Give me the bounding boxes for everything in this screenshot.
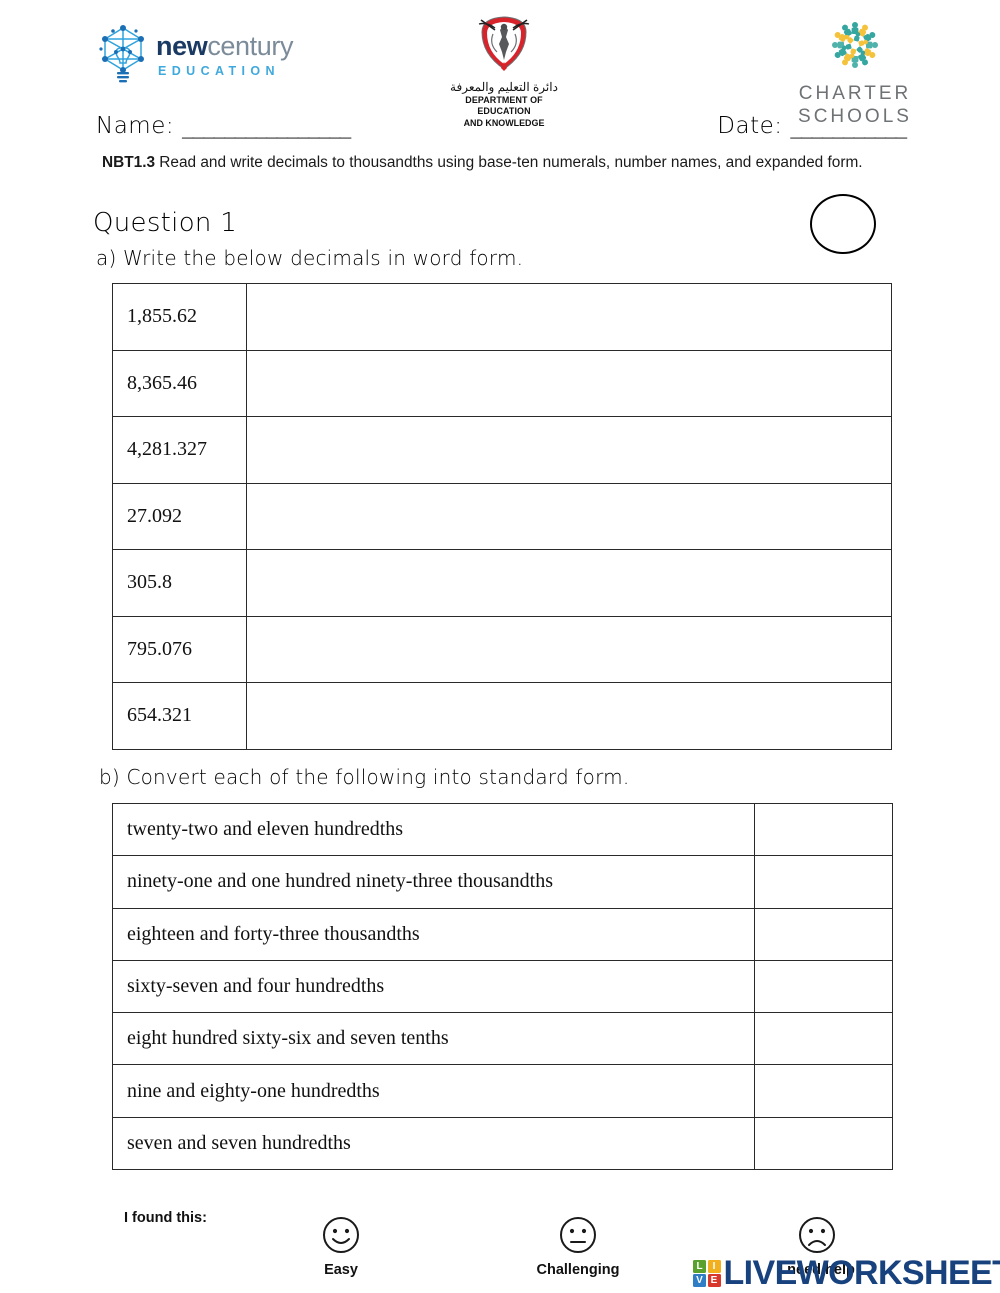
decimal-number-cell: 795.076 — [113, 616, 247, 683]
table-row: nine and eighty-one hundredths — [113, 1065, 893, 1117]
score-bubble[interactable] — [810, 194, 876, 254]
name-date-row: Name: ________________ Date: ___________ — [96, 113, 906, 139]
number-name-cell: seven and seven hundredths — [113, 1117, 755, 1169]
standard-description: NBT1.3 Read and write decimals to thousa… — [102, 152, 892, 174]
smiley-happy-icon — [321, 1242, 361, 1259]
logo-word-new: new — [156, 31, 207, 61]
table-b-body: twenty-two and eleven hundredthsninety-o… — [113, 804, 893, 1170]
date-blank-line[interactable]: ___________ — [791, 113, 907, 139]
doek-logo: دائرة التعليم والمعرفة DEPARTMENT OF EDU… — [434, 12, 574, 129]
logo-tagline-education: EDUCATION — [158, 65, 293, 78]
decimal-number-cell: 27.092 — [113, 483, 247, 550]
name-blank-line[interactable]: ________________ — [182, 113, 350, 139]
table-row: ninety-one and one hundred ninety-three … — [113, 856, 893, 908]
date-label: Date: — [717, 113, 782, 139]
number-name-cell: sixty-seven and four hundredths — [113, 960, 755, 1012]
rating-label-easy: Easy — [281, 1262, 401, 1278]
decimal-number-cell: 1,855.62 — [113, 284, 247, 351]
word-form-answer-cell[interactable] — [247, 550, 892, 617]
logo-word-century: century — [207, 31, 293, 61]
word-form-answer-cell[interactable] — [247, 284, 892, 351]
newcentury-education-logo: newcentury EDUCATION — [96, 22, 293, 88]
table-row: 4,281.327 — [113, 417, 892, 484]
live-logo-square: E — [708, 1274, 721, 1287]
word-form-answer-cell[interactable] — [247, 417, 892, 484]
word-form-answer-cell[interactable] — [247, 350, 892, 417]
number-name-cell: eighteen and forty-three thousandths — [113, 908, 755, 960]
smiley-neutral-icon — [558, 1242, 598, 1259]
table-row: sixty-seven and four hundredths — [113, 960, 893, 1012]
standard-text: Read and write decimals to thousandths u… — [155, 154, 863, 171]
liveworksheets-watermark: LIVE LIVEWORKSHEETS — [693, 1254, 1000, 1293]
standard-form-answer-cell[interactable] — [755, 1117, 893, 1169]
decimal-number-cell: 8,365.46 — [113, 350, 247, 417]
table-row: 305.8 — [113, 550, 892, 617]
liveworksheets-text: LIVEWORKSHEETS — [724, 1254, 1000, 1293]
decimal-number-cell: 654.321 — [113, 683, 247, 750]
table-row: 27.092 — [113, 483, 892, 550]
table-row: seven and seven hundredths — [113, 1117, 893, 1169]
number-name-cell: twenty-two and eleven hundredths — [113, 804, 755, 856]
rating-option-easy[interactable]: Easy — [281, 1215, 401, 1278]
part-b-prompt: b) Convert each of the following into st… — [99, 765, 629, 789]
charter-schools-logo: CHARTER SCHOOLS — [785, 18, 925, 128]
standard-form-answer-cell[interactable] — [755, 856, 893, 908]
name-label: Name: — [96, 113, 174, 139]
words-to-standard-form-table: twenty-two and eleven hundredthsninety-o… — [112, 803, 893, 1170]
table-row: eighteen and forty-three thousandths — [113, 908, 893, 960]
rating-label-challenging: Challenging — [518, 1262, 638, 1278]
people-circle-icon — [824, 63, 886, 80]
table-row: 1,855.62 — [113, 284, 892, 351]
rating-option-challenging[interactable]: Challenging — [518, 1215, 638, 1278]
number-name-cell: ninety-one and one hundred ninety-three … — [113, 856, 755, 908]
doek-arabic-text: دائرة التعليم والمعرفة — [434, 80, 574, 94]
word-form-answer-cell[interactable] — [247, 616, 892, 683]
standard-form-answer-cell[interactable] — [755, 908, 893, 960]
table-row: eight hundred sixty-six and seven tenths — [113, 1013, 893, 1065]
standard-form-answer-cell[interactable] — [755, 804, 893, 856]
standard-form-answer-cell[interactable] — [755, 1065, 893, 1117]
table-a-body: 1,855.628,365.464,281.32727.092305.8795.… — [113, 284, 892, 750]
table-row: 654.321 — [113, 683, 892, 750]
table-row: 8,365.46 — [113, 350, 892, 417]
decimal-number-cell: 305.8 — [113, 550, 247, 617]
number-name-cell: nine and eighty-one hundredths — [113, 1065, 755, 1117]
part-a-prompt: a) Write the below decimals in word form… — [96, 246, 523, 270]
charter-line1: CHARTER — [785, 83, 925, 105]
table-row: twenty-two and eleven hundredths — [113, 804, 893, 856]
live-logo-squares: LIVE — [693, 1260, 721, 1288]
number-name-cell: eight hundred sixty-six and seven tenths — [113, 1013, 755, 1065]
i-found-this-label: I found this: — [124, 1210, 207, 1226]
page-title: Question 1 — [93, 208, 237, 238]
header-logo-row: newcentury EDUCATION دائرة التعليم والمع… — [0, 0, 1000, 112]
live-logo-square: V — [693, 1274, 706, 1287]
live-logo-square: I — [708, 1260, 721, 1273]
live-logo-square: L — [693, 1260, 706, 1273]
standard-form-answer-cell[interactable] — [755, 960, 893, 1012]
word-form-answer-cell[interactable] — [247, 483, 892, 550]
word-form-answer-cell[interactable] — [247, 683, 892, 750]
decimals-to-words-table: 1,855.628,365.464,281.32727.092305.8795.… — [112, 283, 892, 750]
abu-dhabi-falcon-emblem-icon — [473, 59, 535, 76]
decimal-number-cell: 4,281.327 — [113, 417, 247, 484]
standard-form-answer-cell[interactable] — [755, 1013, 893, 1065]
standard-code: NBT1.3 — [102, 154, 155, 171]
lightbulb-network-icon — [96, 22, 150, 88]
table-row: 795.076 — [113, 616, 892, 683]
